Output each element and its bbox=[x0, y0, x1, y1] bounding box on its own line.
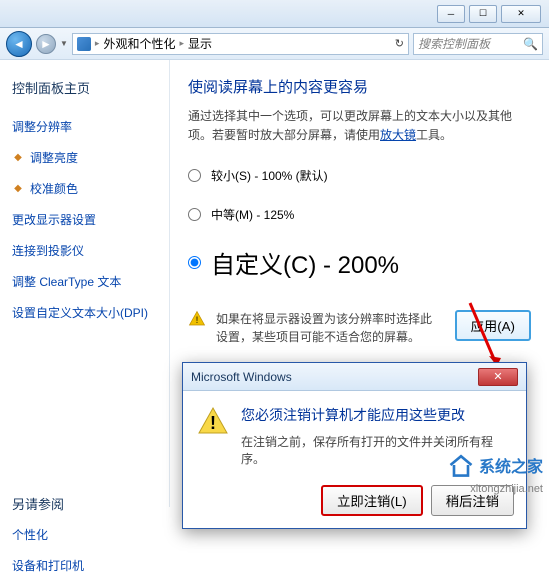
sidebar-item-label: 校准颜色 bbox=[30, 176, 78, 201]
sidebar-item-label: 设备和打印机 bbox=[12, 553, 84, 578]
sidebar-item-label: 连接到投影仪 bbox=[12, 238, 84, 263]
control-panel-home-link[interactable]: 控制面板主页 bbox=[12, 74, 157, 101]
logoff-now-button[interactable]: 立即注销(L) bbox=[321, 485, 423, 516]
search-icon[interactable]: 🔍 bbox=[523, 37, 538, 51]
sidebar-item-label: 更改显示器设置 bbox=[12, 207, 96, 232]
logoff-later-button[interactable]: 稍后注销 bbox=[431, 485, 514, 516]
scale-option-small[interactable]: 较小(S) - 100% (默认) bbox=[188, 167, 531, 184]
maximize-button[interactable]: ☐ bbox=[469, 5, 497, 23]
dialog-heading: 您必须注销计算机才能应用这些更改 bbox=[241, 405, 512, 425]
back-button[interactable]: ◄ bbox=[6, 31, 32, 57]
page-description: 通过选择其中一个选项，可以更改屏幕上的文本大小以及其他项。若要暂时放大部分屏幕，… bbox=[188, 107, 531, 145]
dialog-titlebar: Microsoft Windows ✕ bbox=[183, 363, 526, 391]
sidebar-item-label: 调整 ClearType 文本 bbox=[12, 269, 121, 294]
dialog-message: 您必须注销计算机才能应用这些更改 在注销之前，保存所有打开的文件并关闭所有程序。 bbox=[241, 405, 512, 467]
radio-input[interactable] bbox=[188, 208, 201, 221]
refresh-icon[interactable]: ↻ bbox=[395, 37, 404, 50]
radio-input[interactable] bbox=[188, 256, 201, 269]
sidebar-item-label: 调整分辨率 bbox=[12, 114, 72, 139]
sidebar-item[interactable]: 设备和打印机 bbox=[12, 550, 157, 581]
sidebar-item[interactable]: 调整 ClearType 文本 bbox=[12, 266, 157, 297]
desc-text: 工具。 bbox=[416, 128, 452, 142]
control-panel-icon bbox=[77, 37, 91, 51]
sidebar-item[interactable]: 设置自定义文本大小(DPI) bbox=[12, 297, 157, 328]
warning-icon: ! bbox=[197, 405, 229, 437]
address-bar[interactable]: ▸ 外观和个性化 ▸ 显示 ↻ bbox=[72, 33, 409, 55]
search-box[interactable]: 搜索控制面板 🔍 bbox=[413, 33, 543, 55]
minimize-button[interactable]: ─ bbox=[437, 5, 465, 23]
radio-label: 自定义(C) - 200% bbox=[211, 245, 399, 280]
page-title: 使阅读屏幕上的内容更容易 bbox=[188, 76, 531, 97]
sidebar-item[interactable]: 更改显示器设置 bbox=[12, 204, 157, 235]
radio-label: 中等(M) - 125% bbox=[211, 206, 294, 223]
window-titlebar: ─ ☐ ✕ bbox=[0, 0, 549, 28]
sidebar-item-label: 设置自定义文本大小(DPI) bbox=[12, 300, 148, 325]
shield-icon: ◆ bbox=[12, 183, 24, 195]
sidebar-item[interactable]: 调整分辨率 bbox=[12, 111, 157, 142]
breadcrumb-sep: ▸ bbox=[95, 38, 100, 49]
dialog-body: ! 您必须注销计算机才能应用这些更改 在注销之前，保存所有打开的文件并关闭所有程… bbox=[183, 391, 526, 477]
see-also-heading: 另请参阅 bbox=[12, 494, 157, 513]
logoff-dialog: Microsoft Windows ✕ ! 您必须注销计算机才能应用这些更改 在… bbox=[182, 362, 527, 529]
warning-text: 如果在将显示器设置为该分辨率时选择此设置，某些项目可能不适合您的屏幕。 bbox=[216, 310, 437, 346]
search-placeholder: 搜索控制面板 bbox=[418, 35, 490, 52]
sidebar-item[interactable]: 个性化 bbox=[12, 519, 157, 550]
forward-button[interactable]: ► bbox=[36, 34, 56, 54]
radio-label: 较小(S) - 100% (默认) bbox=[211, 167, 328, 184]
magnifier-link[interactable]: 放大镜 bbox=[380, 128, 416, 142]
svg-text:!: ! bbox=[196, 315, 199, 325]
navigation-bar: ◄ ► ▼ ▸ 外观和个性化 ▸ 显示 ↻ 搜索控制面板 🔍 bbox=[0, 28, 549, 60]
breadcrumb-item[interactable]: 外观和个性化 bbox=[103, 35, 175, 52]
sidebar-item[interactable]: 连接到投影仪 bbox=[12, 235, 157, 266]
scale-option-medium[interactable]: 中等(M) - 125% bbox=[188, 206, 531, 223]
sidebar-item-label: 个性化 bbox=[12, 522, 48, 547]
radio-input[interactable] bbox=[188, 169, 201, 182]
sidebar: 控制面板主页 调整分辨率 ◆调整亮度 ◆校准颜色 更改显示器设置 连接到投影仪 … bbox=[0, 60, 170, 507]
apply-button[interactable]: 应用(A) bbox=[455, 310, 531, 341]
dialog-title: Microsoft Windows bbox=[191, 370, 292, 384]
breadcrumb-item[interactable]: 显示 bbox=[188, 35, 212, 52]
shield-icon: ◆ bbox=[12, 152, 24, 164]
dialog-subtext: 在注销之前，保存所有打开的文件并关闭所有程序。 bbox=[241, 433, 512, 467]
sidebar-item[interactable]: ◆ 校准颜色 bbox=[12, 173, 157, 204]
svg-text:!: ! bbox=[210, 413, 216, 433]
desc-text: 通过选择其中一个选项，可以更改屏幕上的文本大小以及其他项。若要暂时放大部分屏幕，… bbox=[188, 109, 512, 142]
dialog-footer: 立即注销(L) 稍后注销 bbox=[183, 477, 526, 528]
warning-row: ! 如果在将显示器设置为该分辨率时选择此设置，某些项目可能不适合您的屏幕。 应用… bbox=[188, 310, 531, 346]
sidebar-item[interactable]: ◆ 调整亮度 bbox=[12, 142, 157, 173]
scale-option-custom[interactable]: 自定义(C) - 200% bbox=[188, 245, 531, 280]
history-dropdown-icon[interactable]: ▼ bbox=[60, 39, 68, 48]
close-button[interactable]: ✕ bbox=[501, 5, 541, 23]
dialog-close-button[interactable]: ✕ bbox=[478, 368, 518, 386]
warning-icon: ! bbox=[188, 310, 206, 328]
sidebar-item-label: 调整亮度 bbox=[30, 145, 78, 170]
breadcrumb-sep: ▸ bbox=[179, 38, 184, 49]
